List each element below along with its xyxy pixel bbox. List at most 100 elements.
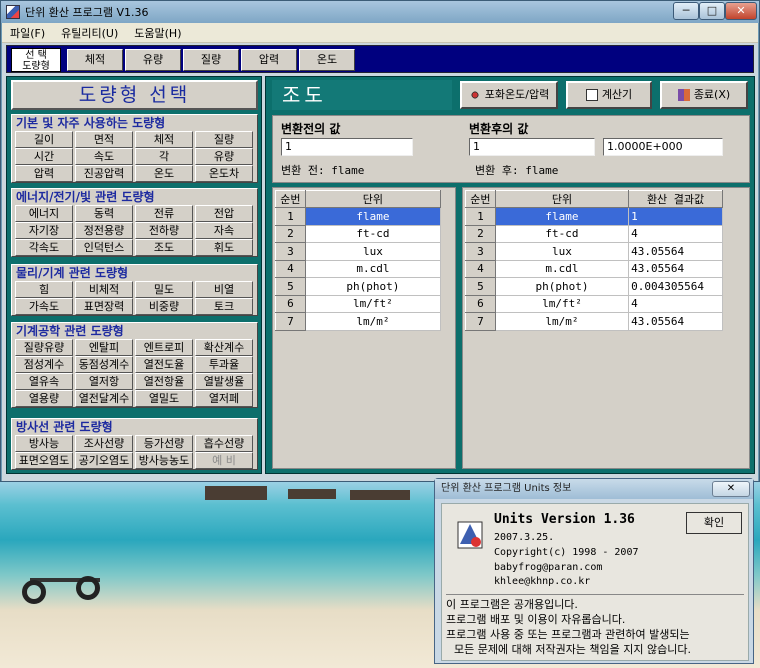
unit-type-button[interactable]: 토크: [195, 298, 253, 315]
toolbar-temperature-button[interactable]: 온도: [299, 49, 355, 71]
unit-type-button[interactable]: 힘: [15, 281, 73, 298]
unit-type-button[interactable]: 전류: [135, 205, 193, 222]
unit-type-button[interactable]: 비열: [195, 281, 253, 298]
maximize-button[interactable]: □: [699, 2, 725, 20]
before-value-input[interactable]: 1: [281, 138, 413, 156]
unit-type-button[interactable]: 진공압력: [75, 165, 133, 182]
unit-type-button[interactable]: 유량: [195, 148, 253, 165]
unit-type-button[interactable]: 확산계수: [195, 339, 253, 356]
unit-type-button[interactable]: 각: [135, 148, 193, 165]
unit-type-button[interactable]: 열전항율: [135, 373, 193, 390]
unit-type-button[interactable]: 시간: [15, 148, 73, 165]
unit-type-button[interactable]: 자기장: [15, 222, 73, 239]
unit-type-button[interactable]: 표면오염도: [15, 452, 73, 469]
unit-type-button[interactable]: 길이: [15, 131, 73, 148]
table-row[interactable]: 5 ph(phot): [275, 277, 442, 296]
unit-type-button[interactable]: 비체적: [75, 281, 133, 298]
unit-type-button[interactable]: 열전달계수: [75, 390, 133, 407]
unit-type-button[interactable]: 흡수선량: [195, 435, 253, 452]
unit-type-button[interactable]: 전압: [195, 205, 253, 222]
after-value-input[interactable]: 1: [469, 138, 595, 156]
unit-type-button[interactable]: 인덕턴스: [75, 239, 133, 256]
unit-type-button[interactable]: 속도: [75, 148, 133, 165]
client-area: 선 택 도량형 체적 유량 질량 압력 온도 도량형 선택 기본 및 자주 사용…: [2, 43, 758, 481]
unit-type-button[interactable]: 온도: [135, 165, 193, 182]
unit-type-button[interactable]: 엔트로피: [135, 339, 193, 356]
result-cell: 1: [628, 207, 723, 226]
column-header[interactable]: 순번: [275, 190, 306, 208]
table-row[interactable]: 5 ph(phot) 0.004305564: [465, 277, 723, 296]
unit-type-button[interactable]: 면적: [75, 131, 133, 148]
unit-type-button[interactable]: 정전용량: [75, 222, 133, 239]
column-header[interactable]: 단위: [494, 190, 630, 208]
unit-type-button[interactable]: 질량유량: [15, 339, 73, 356]
unit-type-button[interactable]: 전하량: [135, 222, 193, 239]
menu-file[interactable]: 파일(F): [2, 25, 53, 41]
table-row[interactable]: 2 ft-cd 4: [465, 224, 723, 243]
unit-type-button[interactable]: 표면장력: [75, 298, 133, 315]
table-row[interactable]: 6 lm/ft²: [275, 294, 442, 313]
unit-type-button[interactable]: 휘도: [195, 239, 253, 256]
about-copyright: Copyright(c) 1998 - 2007: [494, 547, 639, 558]
unit-type-button[interactable]: 투과율: [195, 356, 253, 373]
unit-type-button[interactable]: 열저항: [75, 373, 133, 390]
about-ok-button[interactable]: 확인: [686, 512, 742, 534]
toolbar-flow-button[interactable]: 유량: [125, 49, 181, 71]
unit-type-button[interactable]: 압력: [15, 165, 73, 182]
about-close-button[interactable]: ✕: [712, 481, 750, 497]
select-unit-type-label[interactable]: 선 택 도량형: [11, 48, 61, 72]
unit-type-button[interactable]: 비중량: [135, 298, 193, 315]
table-row[interactable]: 6 lm/ft² 4: [465, 294, 723, 313]
close-button[interactable]: ✕: [725, 2, 757, 20]
table-row[interactable]: 4 m.cdl 43.05564: [465, 259, 723, 278]
menu-utility[interactable]: 유틸리티(U): [53, 25, 126, 41]
unit-type-button[interactable]: 열발생율: [195, 373, 253, 390]
unit-type-button[interactable]: 동력: [75, 205, 133, 222]
result-value-field[interactable]: 1.0000E+000: [603, 138, 723, 156]
unit-type-button[interactable]: 열저페: [195, 390, 253, 407]
unit-type-button[interactable]: 열밀도: [135, 390, 193, 407]
unit-type-button[interactable]: 질량: [195, 131, 253, 148]
unit-type-button[interactable]: 방사능: [15, 435, 73, 452]
unit-type-button[interactable]: 에너지: [15, 205, 73, 222]
table-row[interactable]: 2 ft-cd: [275, 224, 442, 243]
unit-type-button[interactable]: 자속: [195, 222, 253, 239]
table-row[interactable]: 1 flame: [275, 207, 442, 226]
unit-type-button[interactable]: 동점성계수: [75, 356, 133, 373]
table-row[interactable]: 3 lux: [275, 242, 442, 261]
column-header[interactable]: 환산 결과값: [628, 190, 723, 208]
unit-type-button[interactable]: 방사능농도: [135, 452, 193, 469]
toolbar-mass-button[interactable]: 질량: [183, 49, 239, 71]
table-row[interactable]: 3 lux 43.05564: [465, 242, 723, 261]
unit-type-button[interactable]: 밀도: [135, 281, 193, 298]
unit-cell: m.cdl: [304, 259, 442, 278]
row-number-cell: 3: [465, 242, 496, 261]
unit-type-button[interactable]: 엔탈피: [75, 339, 133, 356]
unit-type-button[interactable]: 온도차: [195, 165, 253, 182]
table-row[interactable]: 1 flame 1: [465, 207, 723, 226]
unit-type-button[interactable]: 체적: [135, 131, 193, 148]
unit-type-button[interactable]: 열유속: [15, 373, 73, 390]
column-header[interactable]: 순번: [465, 190, 496, 208]
unit-type-button[interactable]: 조사선량: [75, 435, 133, 452]
unit-type-button[interactable]: 각속도: [15, 239, 73, 256]
table-row[interactable]: 7 lm/m²: [275, 312, 442, 331]
saturation-button[interactable]: 포화온도/압력: [460, 81, 558, 109]
unit-type-button[interactable]: 공기오염도: [75, 452, 133, 469]
unit-type-button[interactable]: 등가선량: [135, 435, 193, 452]
unit-type-button[interactable]: 조도: [135, 239, 193, 256]
table-row[interactable]: 7 lm/m² 43.05564: [465, 312, 723, 331]
toolbar-pressure-button[interactable]: 압력: [241, 49, 297, 71]
calculator-button[interactable]: 계산기: [566, 81, 652, 109]
column-header[interactable]: 단위: [304, 190, 442, 208]
exit-button[interactable]: 종료(X): [660, 81, 748, 109]
toolbar-volume-button[interactable]: 체적: [67, 49, 123, 71]
table-row[interactable]: 4 m.cdl: [275, 259, 442, 278]
unit-type-button[interactable]: 열전도율: [135, 356, 193, 373]
minimize-button[interactable]: ─: [673, 2, 699, 20]
unit-type-button[interactable]: 점성계수: [15, 356, 73, 373]
unit-type-button[interactable]: 가속도: [15, 298, 73, 315]
unit-type-button[interactable]: 열용량: [15, 390, 73, 407]
menu-help[interactable]: 도움말(H): [126, 25, 189, 41]
unit-type-button[interactable]: 예 비: [195, 452, 253, 469]
